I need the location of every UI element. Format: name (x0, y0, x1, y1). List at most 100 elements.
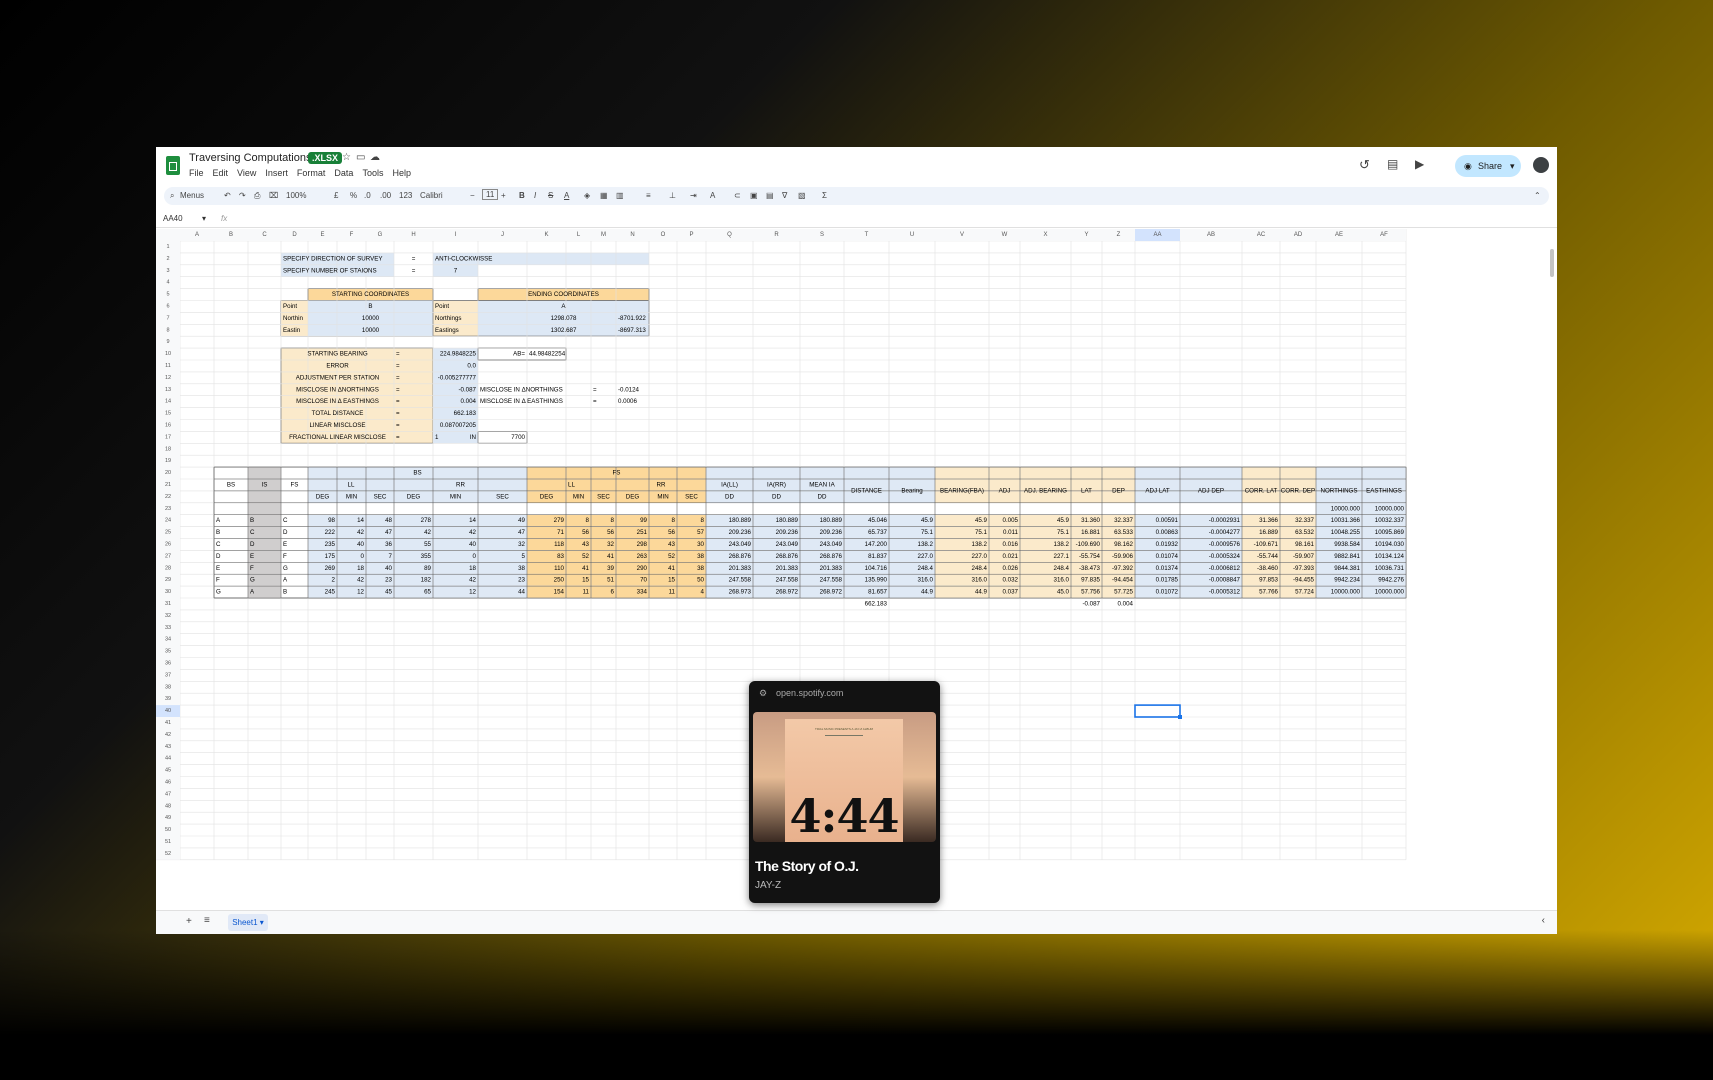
track-artist[interactable]: JAY-Z (755, 880, 781, 891)
row-header-32[interactable]: 32 (165, 613, 171, 619)
row-header-11[interactable]: 11 (165, 363, 171, 369)
row-header-50[interactable]: 50 (165, 827, 171, 833)
row-header-36[interactable]: 36 (165, 660, 171, 666)
column-header-AA[interactable]: AA (1153, 232, 1161, 238)
share-button[interactable]: ◉ Share ▾ (1455, 155, 1521, 177)
align-icon[interactable]: ≡ (646, 191, 651, 200)
font-decrease-button[interactable]: − (470, 191, 475, 200)
paint-format-icon[interactable]: ⌧ (269, 191, 278, 200)
rotate-icon[interactable]: A (710, 191, 715, 200)
column-header-K[interactable]: K (544, 232, 548, 238)
font-select[interactable]: Calibri (420, 191, 443, 200)
column-header-S[interactable]: S (820, 232, 824, 238)
name-box-dropdown-icon[interactable]: ▾ (202, 214, 206, 223)
menu-help[interactable]: Help (392, 168, 411, 178)
row-header-52[interactable]: 52 (165, 851, 171, 857)
row-header-49[interactable]: 49 (165, 815, 171, 821)
row-header-16[interactable]: 16 (165, 422, 171, 428)
column-header-C[interactable]: C (262, 232, 267, 238)
column-header-Y[interactable]: Y (1084, 232, 1088, 238)
row-header-31[interactable]: 31 (165, 601, 171, 607)
row-header-15[interactable]: 15 (165, 411, 171, 417)
column-header-H[interactable]: H (411, 232, 415, 238)
insert-comment-icon[interactable]: ▣ (750, 191, 758, 200)
spotify-miniplayer[interactable]: ⚙ open.spotify.com TIDAL MUSIC PRESENTS … (749, 681, 940, 903)
menu-insert[interactable]: Insert (265, 168, 288, 178)
column-header-W[interactable]: W (1002, 232, 1008, 238)
row-header-19[interactable]: 19 (165, 458, 171, 464)
column-header-G[interactable]: G (378, 232, 383, 238)
row-header-25[interactable]: 25 (165, 530, 171, 536)
row-header-29[interactable]: 29 (165, 577, 171, 583)
row-header-51[interactable]: 51 (165, 839, 171, 845)
column-header-Q[interactable]: Q (727, 232, 732, 238)
row-header-41[interactable]: 41 (165, 720, 171, 726)
row-header-2[interactable]: 2 (166, 256, 169, 262)
font-increase-button[interactable]: + (501, 191, 506, 200)
row-header-40[interactable]: 40 (165, 708, 171, 714)
search-icon[interactable]: ⌕ (170, 191, 174, 201)
column-header-F[interactable]: F (350, 232, 354, 238)
menu-file[interactable]: File (189, 168, 204, 178)
valign-icon[interactable]: ⊥ (669, 191, 676, 200)
link-icon[interactable]: ⊂ (734, 191, 741, 200)
cloud-icon[interactable]: ☁ (370, 152, 380, 163)
column-header-AD[interactable]: AD (1294, 232, 1303, 238)
row-header-34[interactable]: 34 (165, 637, 171, 643)
menu-data[interactable]: Data (334, 168, 353, 178)
row-header-44[interactable]: 44 (165, 756, 171, 762)
column-header-R[interactable]: R (774, 232, 779, 238)
column-header-AB[interactable]: AB (1207, 232, 1215, 238)
menu-tools[interactable]: Tools (362, 168, 383, 178)
collapse-toolbar-icon[interactable]: ⌃ (1534, 191, 1541, 200)
row-header-10[interactable]: 10 (165, 351, 171, 357)
history-icon[interactable]: ↺ (1359, 157, 1370, 173)
sheet-tab[interactable]: Sheet1 ▾ (228, 914, 268, 931)
share-dropdown-icon[interactable]: ▾ (1510, 155, 1515, 177)
menu-view[interactable]: View (237, 168, 256, 178)
zoom-select[interactable]: 100% (286, 191, 306, 200)
name-box[interactable]: AA40 (163, 214, 183, 223)
undo-icon[interactable]: ↶ (224, 191, 231, 200)
row-header-48[interactable]: 48 (165, 803, 171, 809)
avatar[interactable] (1533, 157, 1549, 173)
sheets-logo-icon[interactable] (166, 156, 180, 175)
track-title[interactable]: The Story of O.J. (755, 858, 859, 874)
row-header-7[interactable]: 7 (166, 315, 169, 321)
currency-button[interactable]: £ (334, 191, 338, 200)
bold-icon[interactable]: B (519, 191, 525, 200)
column-header-B[interactable]: B (229, 232, 233, 238)
row-header-20[interactable]: 20 (165, 470, 171, 476)
column-header-X[interactable]: X (1043, 232, 1047, 238)
text-color-icon[interactable]: A (564, 191, 569, 200)
font-size-input[interactable]: 11 (482, 189, 499, 200)
row-header-22[interactable]: 22 (165, 494, 171, 500)
row-header-13[interactable]: 13 (165, 387, 171, 393)
row-header-39[interactable]: 39 (165, 696, 171, 702)
row-header-47[interactable]: 47 (165, 791, 171, 797)
row-header-37[interactable]: 37 (165, 672, 171, 678)
row-header-23[interactable]: 23 (165, 506, 171, 512)
folder-icon[interactable]: ▭ (356, 152, 365, 163)
row-header-17[interactable]: 17 (165, 434, 171, 440)
all-sheets-icon[interactable]: ≡ (204, 915, 210, 926)
vertical-scrollbar-thumb[interactable] (1550, 249, 1554, 277)
fill-color-icon[interactable]: ◈ (584, 191, 590, 200)
row-header-30[interactable]: 30 (165, 589, 171, 595)
borders-icon[interactable]: ▦ (600, 191, 608, 200)
column-header-AE[interactable]: AE (1335, 232, 1343, 238)
italic-icon[interactable]: I (534, 191, 536, 200)
row-header-1[interactable]: 1 (166, 244, 169, 250)
row-header-9[interactable]: 9 (166, 339, 169, 345)
row-header-21[interactable]: 21 (165, 482, 171, 488)
star-icon[interactable]: ☆ (342, 152, 351, 163)
album-cover[interactable]: TIDAL MUSIC PRESENTS A JAY-Z ALBUM 4:44 (785, 719, 903, 842)
comment-icon[interactable]: ▤ (1387, 157, 1398, 171)
row-header-43[interactable]: 43 (165, 744, 171, 750)
row-header-26[interactable]: 26 (165, 541, 171, 547)
more-formats-button[interactable]: 123 (399, 191, 412, 200)
document-title[interactable]: Traversing Computations (189, 152, 311, 164)
row-header-6[interactable]: 6 (166, 303, 169, 309)
decrease-decimal-button[interactable]: .0 (364, 191, 371, 200)
column-header-P[interactable]: P (689, 232, 693, 238)
